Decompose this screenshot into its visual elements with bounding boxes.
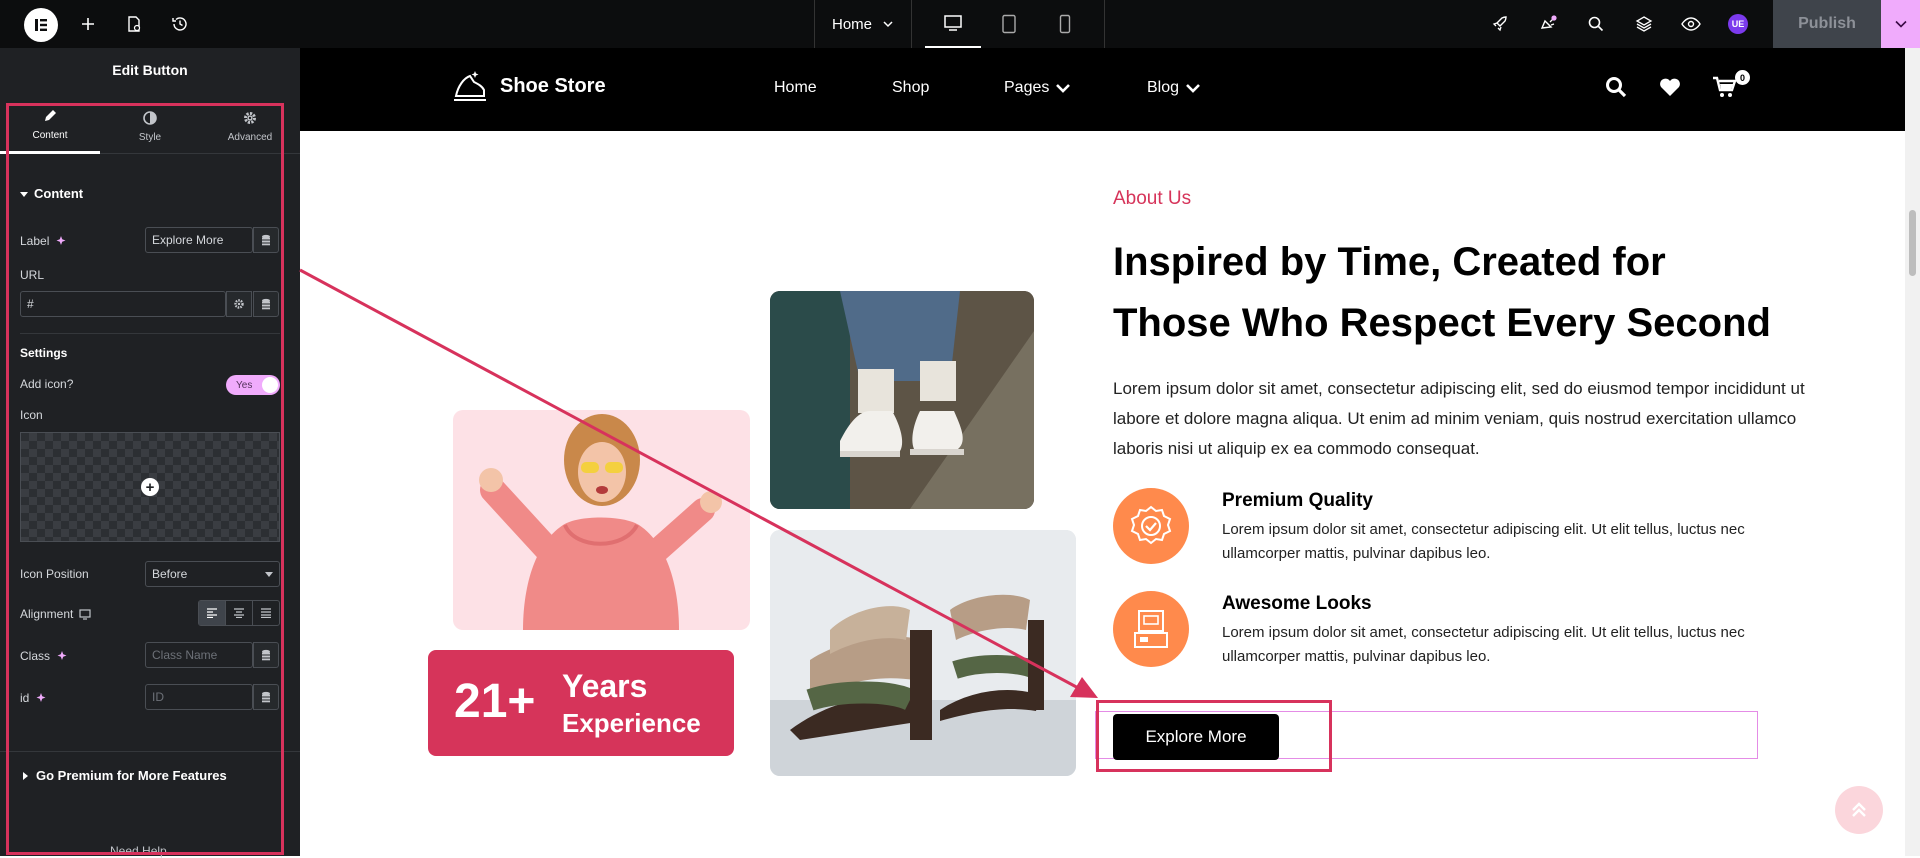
sneakers-image bbox=[770, 291, 1034, 509]
page-name: Home bbox=[831, 15, 872, 33]
history-icon[interactable] bbox=[168, 0, 192, 48]
site-preview: Shoe Store Home Shop Pages Blog 0 21+ Ye… bbox=[300, 48, 1920, 856]
nav-label: Blog bbox=[1147, 79, 1180, 96]
rocket-icon[interactable] bbox=[1488, 0, 1512, 48]
add-icon[interactable] bbox=[76, 0, 100, 48]
user-initials: UE bbox=[1728, 14, 1748, 34]
chevron-down-icon bbox=[1894, 20, 1907, 28]
highlight-frame bbox=[6, 103, 284, 855]
section-paragraph: Lorem ipsum dolor sit amet, consectetur … bbox=[1113, 379, 1805, 458]
cash-register-icon bbox=[1113, 591, 1189, 667]
heading-line: Those Who Respect Every Second bbox=[1113, 301, 1771, 345]
divider bbox=[1104, 0, 1105, 48]
nav-pages[interactable]: Pages bbox=[1004, 79, 1071, 97]
elementor-logo-icon[interactable] bbox=[24, 8, 58, 42]
scrollbar-track[interactable] bbox=[1905, 48, 1920, 856]
double-chevron-up-icon bbox=[1852, 802, 1866, 817]
nav-shop[interactable]: Shop bbox=[892, 79, 929, 97]
editor-panel: Edit Button Content Style Advanced Conte… bbox=[0, 48, 300, 858]
highlight-frame bbox=[1096, 700, 1332, 772]
cart-icon[interactable] bbox=[1712, 76, 1736, 98]
layers-icon[interactable] bbox=[1632, 0, 1656, 48]
experience-badge: 21+ Years Experience bbox=[428, 650, 734, 756]
panel-title: Edit Button bbox=[112, 62, 188, 78]
publish-button[interactable]: Publish bbox=[1773, 0, 1881, 48]
heart-icon[interactable] bbox=[1659, 77, 1681, 97]
search-icon[interactable] bbox=[1605, 76, 1627, 98]
cart-count-badge: 0 bbox=[1735, 70, 1750, 85]
years-subtitle: Experience bbox=[562, 708, 701, 738]
mobile-icon[interactable] bbox=[1037, 0, 1093, 48]
feature-title: Awesome Looks bbox=[1222, 593, 1372, 614]
nav-home[interactable]: Home bbox=[774, 79, 817, 97]
site-header: Shoe Store Home Shop Pages Blog 0 bbox=[300, 48, 1905, 131]
nav-label: Shop bbox=[892, 79, 930, 96]
heading-line: Inspired by Time, Created for bbox=[1113, 240, 1666, 284]
hoodie-girl-image bbox=[453, 410, 750, 630]
feature-text: Lorem ipsum dolor sit amet, consectetur … bbox=[1222, 624, 1745, 665]
brand-name: Shoe Store bbox=[500, 74, 606, 97]
heels-image bbox=[770, 530, 1076, 776]
chevron-down-icon bbox=[883, 21, 893, 28]
preview-icon[interactable] bbox=[1679, 0, 1703, 48]
years-number: 21+ bbox=[454, 675, 536, 728]
nav-label: Pages bbox=[1004, 79, 1050, 96]
site-brand[interactable]: Shoe Store bbox=[450, 66, 606, 106]
feature-text: Lorem ipsum dolor sit amet, consectetur … bbox=[1222, 521, 1745, 562]
publish-options-button[interactable] bbox=[1881, 0, 1920, 48]
chevron-down-icon bbox=[1056, 84, 1071, 93]
years-word: Years bbox=[562, 668, 648, 704]
badge-check-icon bbox=[1113, 488, 1189, 564]
section-heading: Inspired by Time, Created for Those Who … bbox=[1113, 232, 1813, 354]
section-eyebrow: About Us bbox=[1113, 188, 1192, 209]
scrollbar-thumb[interactable] bbox=[1909, 210, 1916, 276]
tablet-icon[interactable] bbox=[981, 0, 1037, 48]
editor-topbar: Home UE Publish bbox=[0, 0, 1920, 48]
search-icon[interactable] bbox=[1584, 0, 1608, 48]
shoe-logo-icon bbox=[454, 71, 486, 101]
page-settings-icon[interactable] bbox=[122, 0, 146, 48]
desktop-icon[interactable] bbox=[925, 0, 981, 48]
user-avatar[interactable]: UE bbox=[1726, 0, 1750, 48]
nav-label: Home bbox=[774, 79, 817, 96]
chevron-down-icon bbox=[1186, 84, 1200, 93]
notifications-icon[interactable] bbox=[1536, 0, 1560, 48]
page-selector[interactable]: Home bbox=[814, 0, 912, 48]
feature-title: Premium Quality bbox=[1222, 490, 1373, 511]
nav-blog[interactable]: Blog bbox=[1147, 79, 1201, 97]
scroll-to-top-button[interactable] bbox=[1835, 786, 1883, 834]
